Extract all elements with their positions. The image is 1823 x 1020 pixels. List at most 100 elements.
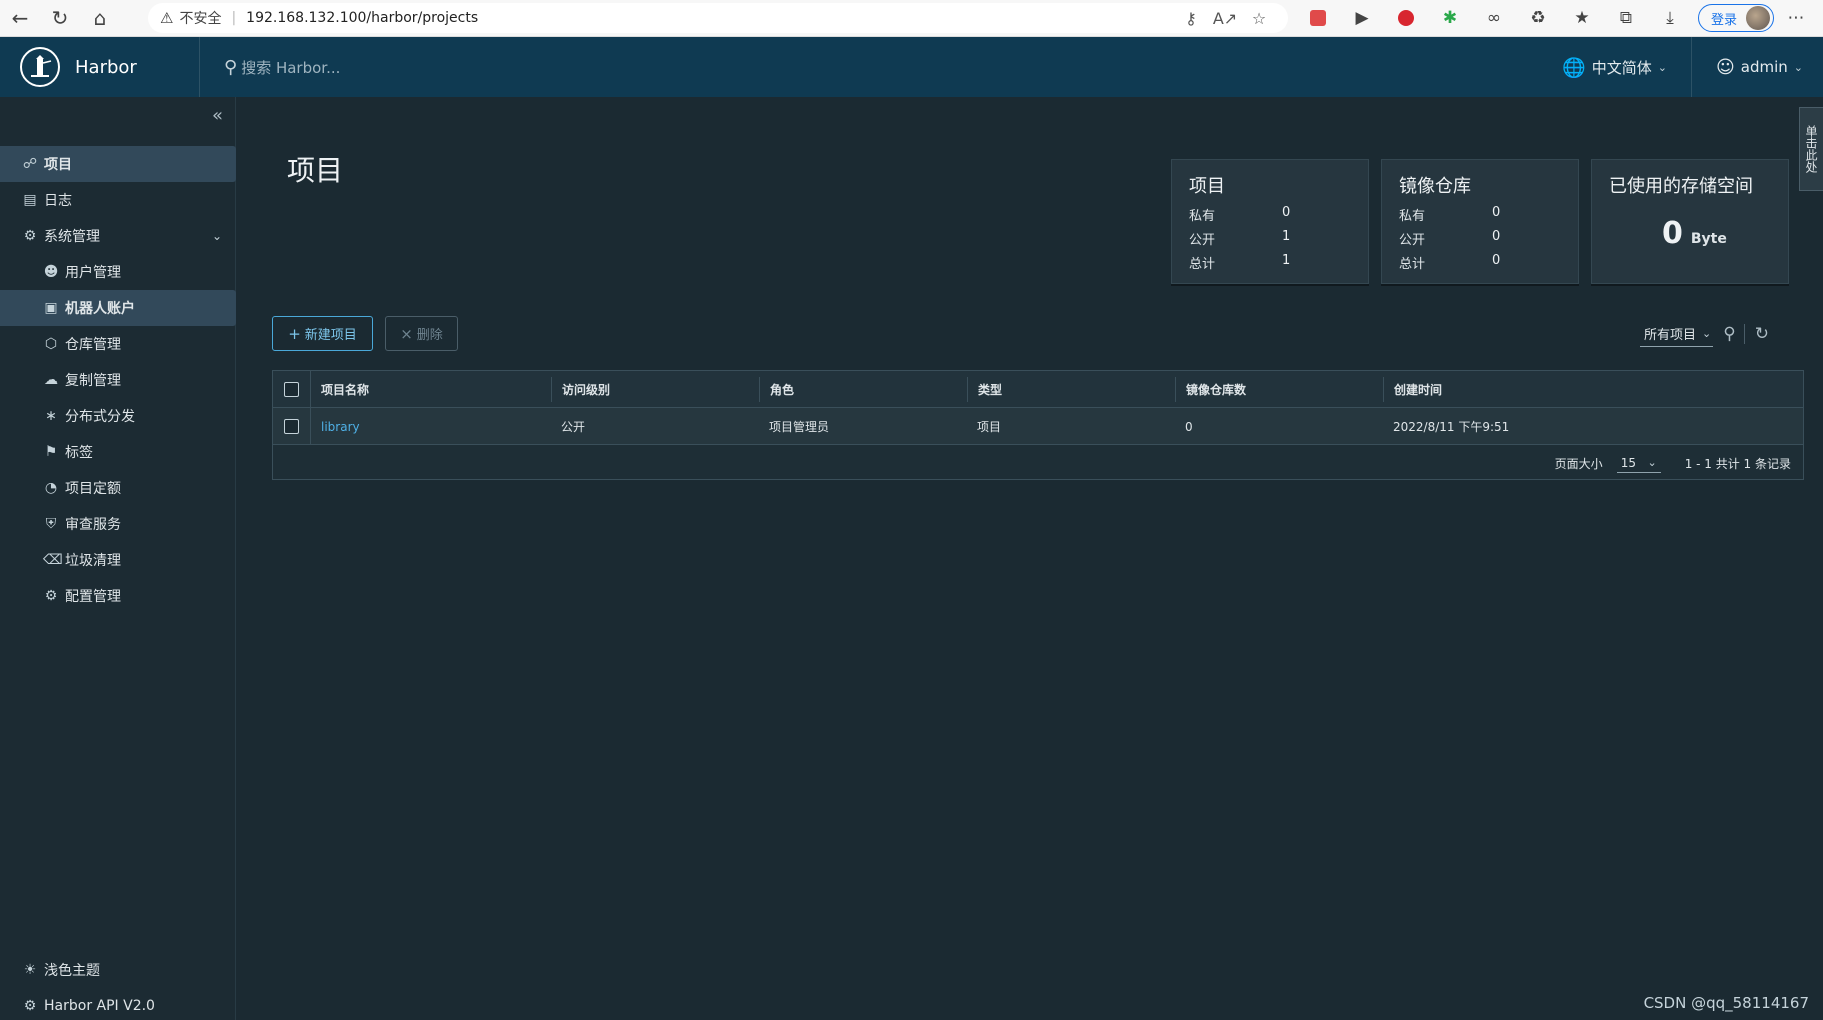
storage-number: 0 <box>1662 216 1683 251</box>
sidebar-item-logs[interactable]: ▤ 日志 <box>0 182 236 218</box>
address-bar[interactable]: ⚠ 不安全 | 192.168.132.100/harbor/projects … <box>148 3 1288 33</box>
sidebar-item-label: 机器人账户 <box>65 301 135 317</box>
sidebar-item-label: 仓库管理 <box>65 337 121 353</box>
column-header-role[interactable]: 角色 <box>759 377 794 402</box>
sidebar-item-users[interactable]: ☻ 用户管理 <box>0 254 236 290</box>
browser-toolbar: ← ↻ ⌂ ⚠ 不安全 | 192.168.132.100/harbor/pro… <box>0 0 1823 37</box>
language-selector[interactable]: 🌐 中文简体 ⌄ <box>1538 37 1693 97</box>
feedback-tab[interactable]: 单击此处 <box>1799 107 1823 191</box>
login-button[interactable]: 登录 <box>1698 4 1774 32</box>
users-icon: ☻ <box>43 264 59 280</box>
sidebar-item-configuration[interactable]: ⚙ 配置管理 <box>0 578 236 614</box>
refresh-icon[interactable]: ↻ <box>1755 324 1769 344</box>
page-size-select[interactable]: 15 ⌄ <box>1616 454 1661 473</box>
column-header-type[interactable]: 类型 <box>967 377 1002 402</box>
extension-link-icon[interactable]: ∞ <box>1472 0 1516 37</box>
new-project-button[interactable]: + 新建项目 <box>272 316 373 351</box>
stat-value: 0 <box>1492 205 1501 220</box>
sidebar-item-projects[interactable]: ☍ 项目 <box>0 146 236 182</box>
sidebar-item-distributions[interactable]: ∗ 分布式分发 <box>0 398 236 434</box>
more-icon[interactable]: ⋯ <box>1774 0 1818 37</box>
api-label: Harbor API V2.0 <box>44 998 155 1014</box>
theme-toggle[interactable]: ☀ 浅色主题 <box>0 952 236 988</box>
download-icon[interactable]: ⤓ <box>1648 0 1692 37</box>
globe-icon: 🌐 <box>1562 56 1586 79</box>
column-header-repo-count[interactable]: 镜像仓库数 <box>1175 377 1246 402</box>
sidebar-item-project-quotas[interactable]: ◔ 项目定额 <box>0 470 236 506</box>
extension-colorful-icon[interactable]: ✱ <box>1428 0 1472 37</box>
row-checkbox[interactable] <box>284 419 299 434</box>
stat-label: 公开 <box>1189 233 1216 248</box>
extension-circle-icon[interactable] <box>1384 0 1428 37</box>
chevron-down-icon: ⌄ <box>1793 60 1803 74</box>
sidebar-item-garbage-collection[interactable]: ⌫ 垃圾清理 <box>0 542 236 578</box>
sidebar-item-replications[interactable]: ☁ 复制管理 <box>0 362 236 398</box>
column-header-access[interactable]: 访问级别 <box>551 377 610 402</box>
stat-label: 公开 <box>1399 233 1426 248</box>
read-aloud-icon[interactable]: A↗ <box>1208 9 1242 28</box>
warning-icon: ⚠ <box>160 9 174 27</box>
stat-label: 私有 <box>1189 209 1216 224</box>
api-explorer-link[interactable]: ⚙ Harbor API V2.0 <box>0 988 236 1020</box>
share-icon: ∗ <box>45 408 57 424</box>
stat-value: 1 <box>1282 253 1291 268</box>
home-icon[interactable]: ⌂ <box>80 0 120 37</box>
sidebar-item-label: 用户管理 <box>65 265 121 281</box>
extension-red-icon[interactable] <box>1296 0 1340 37</box>
search-input[interactable]: 搜索 Harbor... <box>241 57 340 78</box>
sidebar-item-registries[interactable]: ⬡ 仓库管理 <box>0 326 236 362</box>
chevron-down-icon: ⌄ <box>1702 327 1712 340</box>
harbor-logo-icon <box>20 47 60 87</box>
tag-icon: ⚑ <box>44 444 58 460</box>
sidebar-item-robot-accounts[interactable]: ▣ 机器人账户 <box>0 290 236 326</box>
select-all-checkbox[interactable] <box>284 382 299 397</box>
login-label: 登录 <box>1711 12 1738 28</box>
stat-private: 私有 0 <box>1189 205 1369 224</box>
select-all-cell <box>273 371 311 408</box>
search-icon[interactable]: ⚲ <box>1723 324 1735 344</box>
projects-summary-card: 项目 私有 0 公开 1 总计 1 <box>1171 159 1369 284</box>
main-content: 项目 项目 私有 0 公开 1 总计 1 镜像仓库 私有 0 公开 0 总计 0 <box>236 97 1823 1020</box>
column-header-created[interactable]: 创建时间 <box>1383 377 1442 402</box>
extensions-icon[interactable]: ♻ <box>1516 0 1560 37</box>
access-level-cell: 公开 <box>561 420 586 434</box>
card-title: 镜像仓库 <box>1399 176 1471 197</box>
button-label: 新建项目 <box>304 328 357 343</box>
project-filter: 所有项目 ⌄ ⚲ ↻ <box>1640 316 1769 351</box>
plus-icon: + <box>288 324 301 343</box>
key-icon[interactable]: ⚷ <box>1174 9 1208 28</box>
favorites-icon[interactable]: ★ <box>1560 0 1604 37</box>
page-title: 项目 <box>287 154 344 187</box>
stat-label: 私有 <box>1399 209 1426 224</box>
global-search[interactable]: ⚲ 搜索 Harbor... <box>224 57 340 78</box>
favorite-add-icon[interactable]: ☆ <box>1242 9 1276 28</box>
chevron-down-icon[interactable]: ⌄ <box>212 229 222 243</box>
refresh-icon[interactable]: ↻ <box>40 0 80 37</box>
sun-icon: ☀ <box>23 962 37 978</box>
play-icon[interactable]: ▶ <box>1340 0 1384 37</box>
url-text[interactable]: 192.168.132.100/harbor/projects <box>246 10 1174 26</box>
user-menu[interactable]: ☺ admin ⌄ <box>1692 37 1823 97</box>
brand[interactable]: Harbor <box>0 37 200 97</box>
sidebar-item-administration[interactable]: ⚙ 系统管理 ⌄ <box>0 218 236 254</box>
delete-button[interactable]: × 删除 <box>385 316 458 351</box>
stat-total: 总计 0 <box>1399 253 1579 272</box>
project-type-select[interactable]: 所有项目 ⌄ <box>1640 320 1714 347</box>
table-row[interactable]: library 公开 项目管理员 项目 0 2022/8/11 下午9:51 <box>273 408 1803 445</box>
back-icon[interactable]: ← <box>0 0 40 37</box>
repo-count-cell: 0 <box>1185 419 1193 434</box>
sidebar-item-label: 项目定额 <box>65 481 121 497</box>
log-icon: ▤ <box>23 192 37 208</box>
stat-value: 0 <box>1282 205 1291 220</box>
sidebar-item-interrogation-services[interactable]: ⛨ 审查服务 <box>0 506 236 542</box>
sidebar-item-labels[interactable]: ⚑ 标签 <box>0 434 236 470</box>
stat-private: 私有 0 <box>1399 205 1579 224</box>
column-header-name[interactable]: 项目名称 <box>311 371 369 408</box>
gear-icon: ⚙ <box>44 588 58 604</box>
watermark: CSDN @qq_58114167 <box>1643 994 1809 1012</box>
collapse-sidebar-icon[interactable]: « <box>212 105 223 126</box>
collections-icon[interactable]: ⧉ <box>1604 0 1648 37</box>
sidebar-item-label: 配置管理 <box>65 589 121 605</box>
project-link[interactable]: library <box>321 420 360 434</box>
sidebar-item-label: 审查服务 <box>65 517 121 533</box>
